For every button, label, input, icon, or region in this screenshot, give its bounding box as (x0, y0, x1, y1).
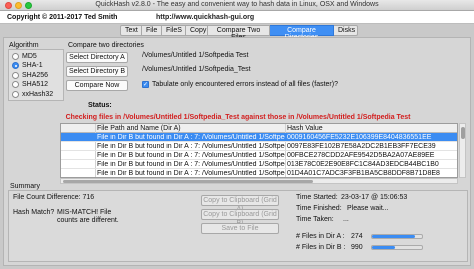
time-taken-label: Time Taken: (296, 216, 334, 223)
select-directory-a-button[interactable]: Select Directory A (66, 52, 128, 63)
status-message: Checking files in /Volumes/Untitled 1/So… (65, 114, 411, 121)
table-row[interactable]: File in Dir B but found in Dir A : 7: /V… (61, 160, 457, 169)
app-header: Copyright © 2011-2017 Ted Smith http://w… (0, 11, 474, 24)
tab-bar: Text File FileS Copy Compare Two Files C… (0, 25, 474, 41)
cell-hash: 013E78C0E2E90E8FC1C84AD3EDCB44BC1B0 (287, 161, 439, 168)
tab-file[interactable]: File (142, 25, 162, 36)
files-dir-b-label: # Files in Dir B : (296, 244, 346, 251)
window-titlebar: QuickHash v2.8.0 - The easy and convenie… (0, 0, 474, 11)
compare-heading: Compare two directories (68, 42, 144, 49)
time-finished-value: Please wait... (347, 205, 389, 212)
copy-grid-a-button[interactable]: Copy to Clipboard (Grid A) (201, 195, 279, 213)
time-finished-label: Time Finished: (296, 205, 342, 212)
table-row[interactable]: File in Dir B but found in Dir A : 7: /V… (61, 169, 457, 177)
column-header-path[interactable]: File Path and Name (Dir A) (97, 125, 181, 132)
dir-b-progress-fill (372, 246, 395, 249)
algorithm-group: MD5 SHA-1 SHA256 SHA512 xxHash32 (8, 49, 64, 101)
files-dir-b-count: 990 (351, 244, 363, 251)
tab-copy[interactable]: Copy (186, 25, 208, 36)
summary-label: Summary (10, 183, 40, 190)
column-header-hash[interactable]: Hash Value (287, 125, 323, 132)
cell-hash: 01D4A01C7ADC3F3FB1BA5CB8DDF8B71D8E8 (287, 170, 440, 177)
copy-grid-b-button[interactable]: Copy to Clipboard (Grid B) (201, 209, 279, 227)
table-row[interactable]: File in Dir B but found in Dir A : 7: /V… (61, 151, 457, 160)
grid-vertical-scrollbar[interactable] (459, 123, 466, 178)
tab-files[interactable]: FileS (162, 25, 186, 36)
time-started-label: Time Started: (296, 194, 338, 201)
radio-label-sha256: SHA256 (22, 72, 49, 79)
radio-label-xxhash32: xxHash32 (22, 91, 54, 98)
results-grid[interactable]: File Path and Name (Dir A) Hash Value Fi… (60, 123, 458, 178)
tabulate-errors-label: Tabulate only encountered errors instead… (152, 81, 338, 88)
algorithm-label: Algorithm (9, 42, 39, 49)
radio-label-md5: MD5 (22, 53, 37, 60)
table-row[interactable]: File in Dir B but found in Dir A : 7: /V… (61, 133, 457, 142)
tab-compare-two-files[interactable]: Compare Two Files (208, 25, 270, 41)
dir-a-path: /Volumes/Untitled 1/Softpedia Test (142, 52, 249, 59)
cell-hash: 0097E83FE102B7E58A2DC2B1EB3FF7ECE39 (287, 143, 436, 150)
radio-md5[interactable] (12, 53, 19, 60)
status-label: Status: (88, 102, 112, 109)
cell-path: File in Dir B but found in Dir A : 7: /V… (97, 143, 285, 150)
cell-path: File in Dir B but found in Dir A : 7: /V… (97, 170, 285, 177)
tab-text[interactable]: Text (120, 25, 142, 36)
tab-disks[interactable]: Disks (334, 25, 358, 36)
radio-xxhash32[interactable] (12, 91, 19, 98)
radio-label-sha512: SHA512 (22, 81, 49, 88)
dir-b-progress-bar (371, 245, 423, 250)
save-to-file-button[interactable]: Save to File (201, 223, 279, 234)
website-link[interactable]: http://www.quickhash-gui.org (156, 14, 254, 21)
compare-directories-panel: Algorithm MD5 SHA-1 SHA256 SHA512 xxHash… (3, 37, 471, 266)
time-taken-value: ... (343, 216, 349, 223)
cell-hash: 0009160456FE5232E106399E8404836551EE (287, 134, 432, 141)
time-started-value: 23-03-17 @ 15:06:53 (341, 194, 408, 201)
radio-sha512[interactable] (12, 81, 19, 88)
file-count-difference: File Count Difference: 716 (13, 194, 95, 201)
hash-match-result: MIS-MATCH! File counts are different. (57, 209, 119, 224)
dir-a-progress-fill (372, 235, 415, 238)
hash-match-label: Hash Match? (13, 209, 55, 216)
dir-b-path: /Volumes/Untitled 1/Softpedia_Test (142, 66, 251, 73)
radio-label-sha1: SHA-1 (22, 62, 43, 69)
cell-hash: 00FBCE278CDD2AFE9542D5BA2A07AE89EE (287, 152, 435, 159)
files-dir-a-label: # Files in Dir A : (296, 233, 345, 240)
table-row[interactable]: File in Dir B but found in Dir A : 7: /V… (61, 142, 457, 151)
cell-path: File in Dir B but found in Dir A : 7: /V… (97, 134, 285, 141)
radio-sha256[interactable] (12, 72, 19, 79)
files-dir-a-count: 274 (351, 233, 363, 240)
select-directory-b-button[interactable]: Select Directory B (66, 66, 128, 77)
compare-now-button[interactable]: Compare Now (66, 80, 128, 91)
cell-path: File in Dir B but found in Dir A : 7: /V… (97, 161, 285, 168)
tabulate-errors-checkbox[interactable]: ✓ (142, 81, 149, 88)
dir-a-progress-bar (371, 234, 423, 239)
summary-group: File Count Difference: 716 Hash Match? M… (8, 190, 468, 262)
vertical-scroll-thumb[interactable] (461, 127, 465, 139)
grid-horizontal-scrollbar[interactable] (60, 178, 458, 184)
radio-sha1[interactable] (12, 62, 19, 69)
horizontal-scroll-thumb[interactable] (63, 180, 313, 183)
cell-path: File in Dir B but found in Dir A : 7: /V… (97, 152, 285, 159)
copyright-text: Copyright © 2011-2017 Ted Smith (7, 14, 118, 21)
tab-compare-directories[interactable]: Compare Directories (270, 25, 334, 41)
grid-header-row: File Path and Name (Dir A) Hash Value (61, 124, 457, 133)
window-title: QuickHash v2.8.0 - The easy and convenie… (95, 1, 379, 8)
